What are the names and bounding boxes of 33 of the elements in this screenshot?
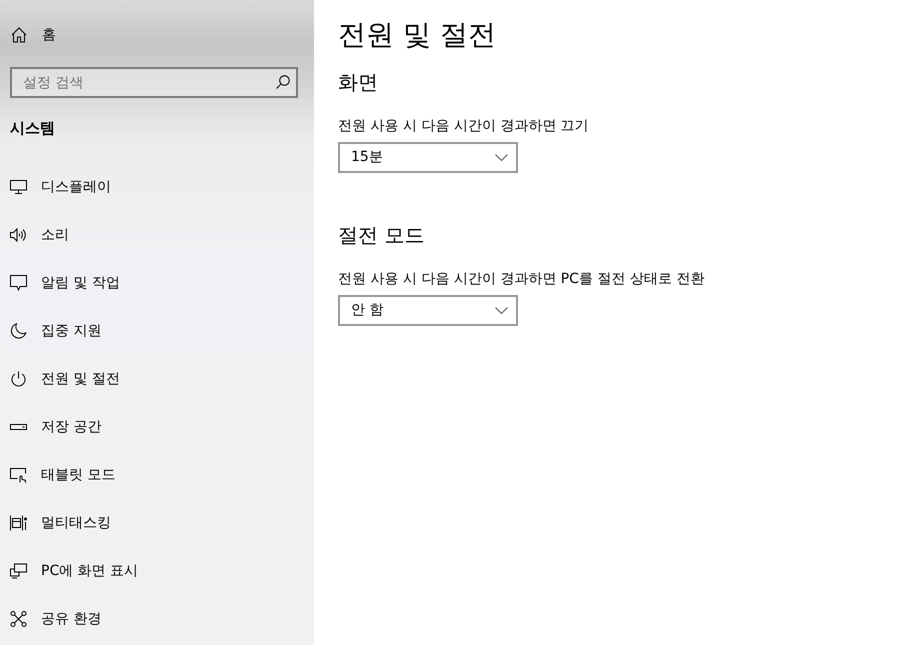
sidebar-item[interactable]: 집중 지원	[0, 307, 314, 355]
page-title: 전원 및 절전	[338, 17, 497, 53]
sidebar-item[interactable]: 멀티태스킹	[0, 499, 314, 547]
sidebar-item[interactable]: 알림 및 작업	[0, 259, 314, 307]
monitor-icon	[10, 179, 27, 195]
sidebar-item[interactable]: 태블릿 모드	[0, 451, 314, 499]
sidebar-item[interactable]: PC에 화면 표시	[0, 547, 314, 595]
sidebar-item[interactable]: 전원 및 절전	[0, 355, 314, 403]
section-heading: 화면	[338, 69, 379, 96]
home-icon	[11, 27, 27, 43]
sidebar-item[interactable]: 소리	[0, 211, 314, 259]
section-title: 시스템	[10, 118, 56, 139]
search-field[interactable]: 설정 검색	[10, 67, 298, 98]
sidebar-item[interactable]: 디스플레이	[0, 163, 314, 211]
sidebar-item[interactable]: 공유 환경	[0, 595, 314, 643]
speech-bubble-icon	[10, 275, 27, 291]
chevron-down-icon	[495, 307, 508, 314]
sidebar-item[interactable]: 저장 공간	[0, 403, 314, 451]
section-heading: 절전 모드	[338, 222, 426, 249]
connected-nodes-icon	[10, 611, 27, 627]
tablet-touch-icon	[10, 467, 27, 483]
windows-stack-icon	[10, 515, 27, 531]
moon-icon	[10, 323, 27, 339]
chevron-down-icon	[495, 154, 508, 161]
dropdown[interactable]: 15분	[338, 142, 518, 173]
power-icon	[10, 371, 27, 387]
setting-label: 전원 사용 시 다음 시간이 경과하면 PC를 절전 상태로 전환	[338, 270, 706, 289]
setting-label: 전원 사용 시 다음 시간이 경과하면 끄기	[338, 117, 590, 136]
dropdown[interactable]: 안 함	[338, 295, 518, 326]
speaker-icon	[10, 227, 27, 243]
search-icon	[276, 75, 290, 89]
home-link[interactable]: 홈	[0, 11, 314, 59]
project-screen-icon	[10, 563, 27, 579]
